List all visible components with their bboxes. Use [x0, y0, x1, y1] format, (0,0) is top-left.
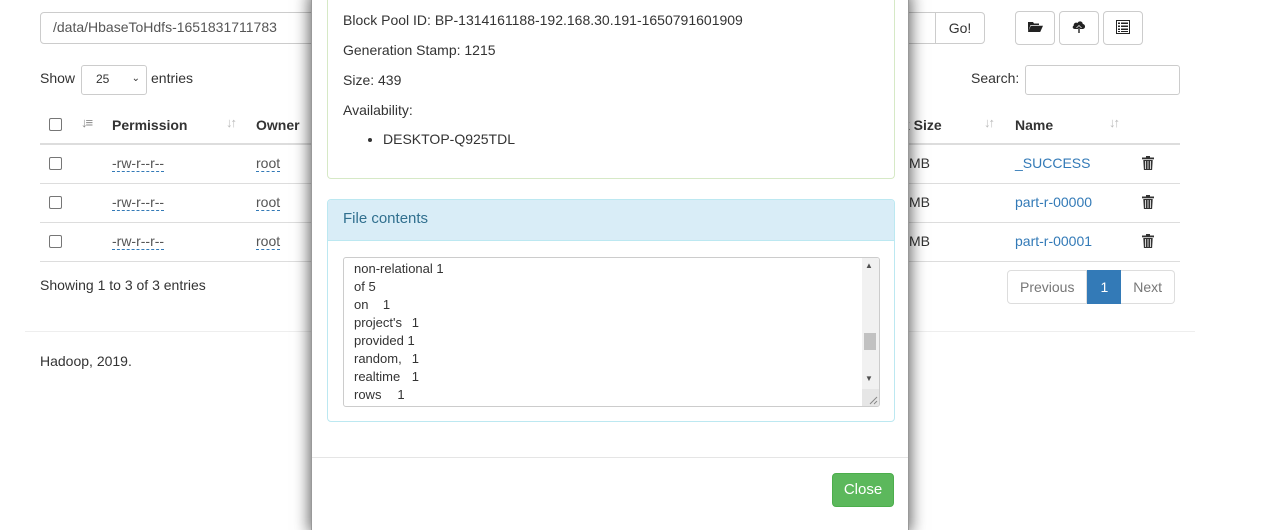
select-all-checkbox[interactable] — [49, 118, 62, 131]
row-checkbox[interactable] — [49, 235, 62, 248]
block-size-value: MB — [909, 194, 930, 210]
scroll-thumb[interactable] — [864, 333, 876, 350]
file-contents-text: non-relational 1 of 5 on 1 project's 1 provi… — [354, 260, 444, 404]
folder-open-icon — [1027, 20, 1043, 36]
permission-value[interactable]: -rw-r--r-- — [112, 233, 165, 250]
create-directory-button[interactable] — [1015, 11, 1055, 45]
file-contents-panel: File contents non-relational 1 of 5 on 1 pr… — [327, 199, 895, 422]
file-contents-heading: File contents — [328, 200, 894, 241]
permission-value[interactable]: -rw-r--r-- — [112, 194, 165, 211]
file-contents-line: non-relational 1 — [354, 261, 444, 276]
file-contents-line: project's 1 — [354, 315, 420, 330]
header-name[interactable]: Name — [1015, 117, 1053, 133]
scroll-down-arrow-icon[interactable]: ▼ — [865, 374, 873, 383]
file-name-link[interactable]: _SUCCESS — [1015, 155, 1090, 171]
sort-icon[interactable]: ↓↑ — [984, 115, 995, 130]
file-contents-textarea[interactable]: non-relational 1 of 5 on 1 project's 1 provi… — [343, 257, 880, 407]
modal-footer — [312, 457, 908, 458]
sort-asc-icon[interactable]: ↓≡ — [81, 115, 93, 130]
block-pool-id: Block Pool ID: BP-1314161188-192.168.30.… — [343, 12, 743, 28]
block-size-value: MB — [909, 155, 930, 171]
cloud-upload-icon — [1071, 20, 1087, 37]
availability-list: DESKTOP-Q925TDL — [343, 131, 515, 147]
show-label: Show — [40, 70, 76, 86]
resize-grip-icon[interactable] — [862, 389, 879, 406]
permission-value[interactable]: -rw-r--r-- — [112, 155, 165, 172]
sort-icon[interactable]: ↓↑ — [1109, 115, 1120, 130]
search-input[interactable] — [1025, 65, 1180, 95]
owner-value[interactable]: root — [256, 155, 281, 172]
file-contents-line: rows 1 — [354, 387, 405, 402]
file-contents-line: on 1 — [354, 297, 391, 312]
block-info-panel: Block Pool ID: BP-1314161188-192.168.30.… — [327, 0, 895, 179]
scroll-up-arrow-icon[interactable]: ▲ — [865, 261, 873, 270]
header-permission[interactable]: Permission — [112, 117, 187, 133]
owner-value[interactable]: root — [256, 233, 281, 250]
row-checkbox[interactable] — [49, 196, 62, 209]
file-info-modal: Block Pool ID: BP-1314161188-192.168.30.… — [311, 0, 909, 530]
search-label: Search: — [971, 70, 1020, 86]
owner-value[interactable]: root — [256, 194, 281, 211]
header-owner[interactable]: Owner — [256, 117, 300, 133]
row-checkbox[interactable] — [49, 157, 62, 170]
trash-icon[interactable] — [1142, 234, 1154, 251]
file-name-link[interactable]: part-r-00001 — [1015, 233, 1092, 249]
availability-host: DESKTOP-Q925TDL — [383, 131, 515, 147]
close-button[interactable]: Close — [832, 473, 894, 507]
generation-stamp: Generation Stamp: 1215 — [343, 42, 496, 58]
block-size: Size: 439 — [343, 72, 402, 88]
file-name-link[interactable]: part-r-00000 — [1015, 194, 1092, 210]
block-size-value: MB — [909, 233, 930, 249]
table-info: Showing 1 to 3 of 3 entries — [40, 277, 206, 293]
previous-page-button[interactable]: Previous — [1007, 270, 1088, 304]
list-icon — [1116, 19, 1130, 37]
next-page-button[interactable]: Next — [1121, 270, 1176, 304]
file-contents-line: of 5 — [354, 279, 376, 294]
upload-button[interactable] — [1059, 11, 1099, 45]
availability-label: Availability: — [343, 102, 413, 118]
cut-paste-button[interactable] — [1103, 11, 1143, 45]
trash-icon[interactable] — [1142, 195, 1154, 212]
file-contents-line: realtime 1 — [354, 369, 420, 384]
footer-text: Hadoop, 2019. — [40, 353, 132, 369]
chevron-down-icon: ⌄ — [131, 73, 140, 84]
entries-value: 25 — [96, 72, 110, 86]
pagination: Previous 1 Next — [1007, 270, 1176, 304]
file-contents-line: random, 1 — [354, 351, 420, 366]
textarea-scrollbar[interactable]: ▲ ▼ — [862, 258, 879, 391]
entries-label: entries — [151, 70, 194, 86]
sort-icon[interactable]: ↓↑ — [226, 115, 237, 130]
page-1-button[interactable]: 1 — [1087, 270, 1122, 304]
entries-per-page-select[interactable]: 25 ⌄ — [81, 65, 147, 95]
file-contents-line: provided 1 — [354, 333, 415, 348]
go-button[interactable]: Go! — [935, 12, 985, 44]
trash-icon[interactable] — [1142, 156, 1154, 173]
